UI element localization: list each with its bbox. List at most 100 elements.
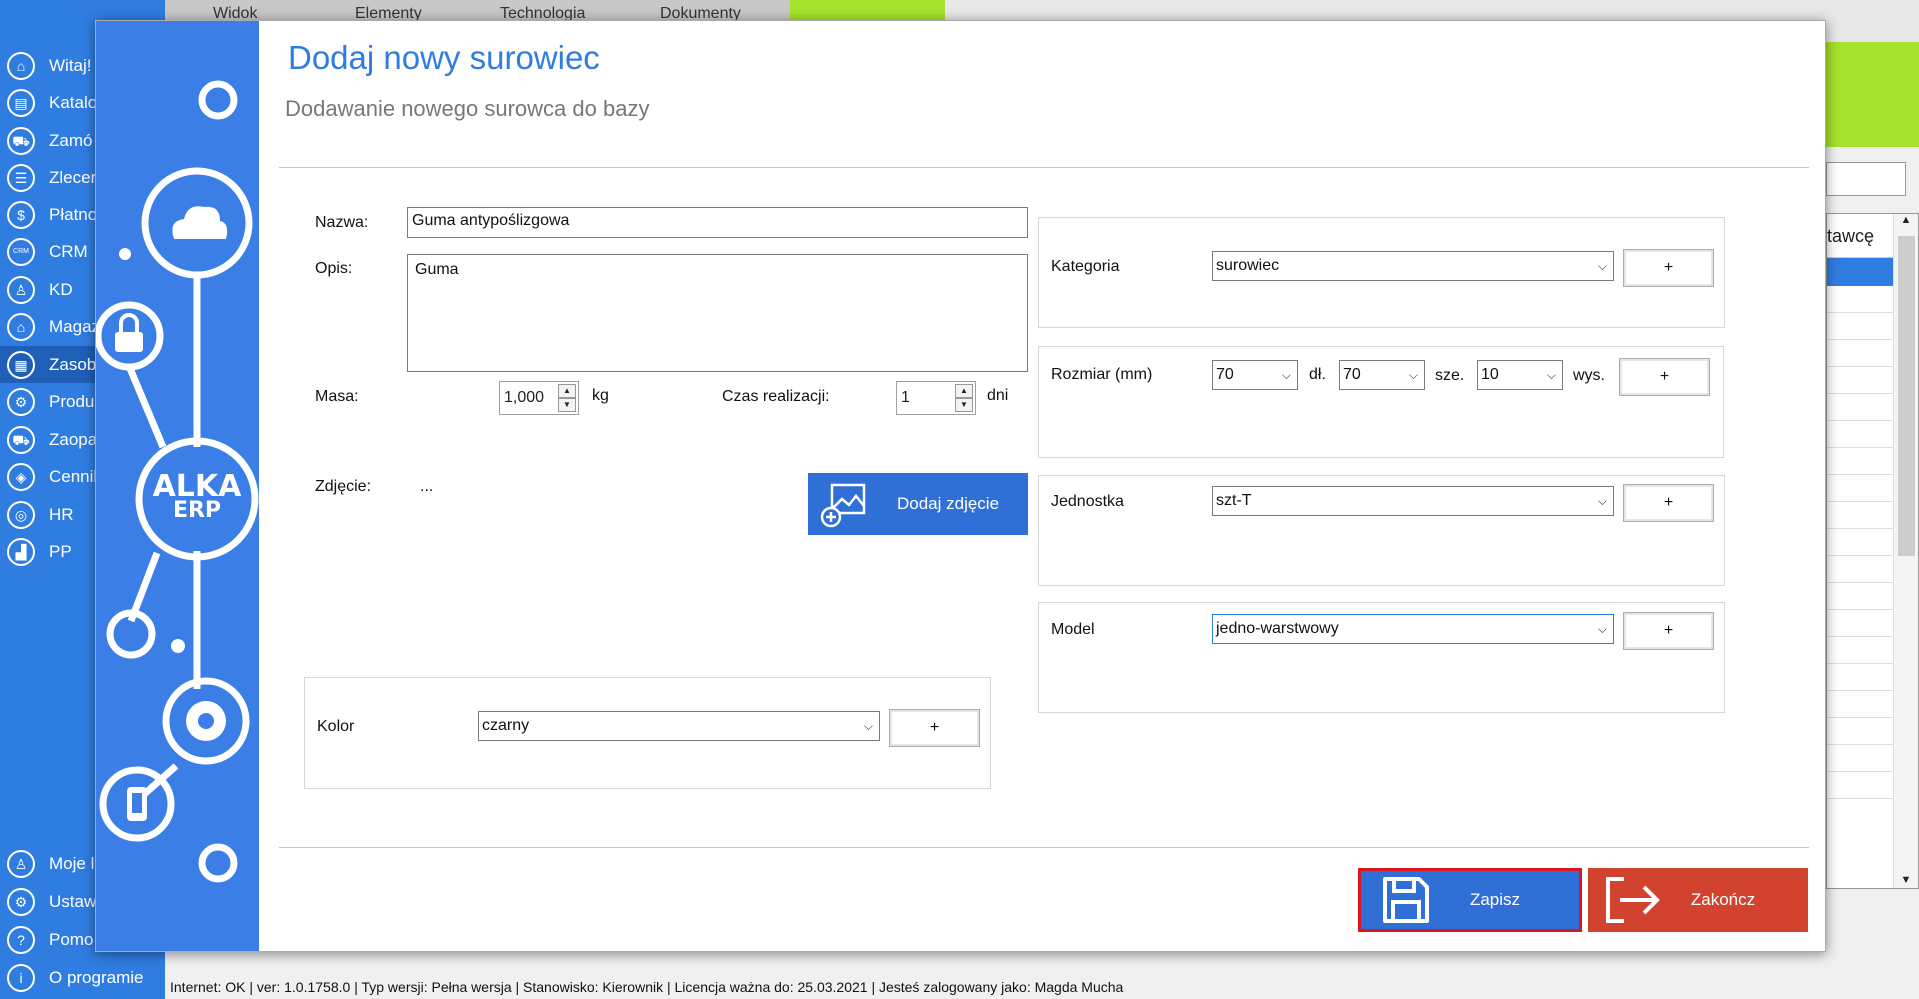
person-icon: ♙ [7, 275, 35, 304]
table-row[interactable] [1827, 610, 1895, 637]
ribbon-active-tab[interactable] [790, 0, 945, 20]
sidebar-item-label: PP [49, 541, 72, 561]
rozmiar-label: Rozmiar (mm) [1051, 366, 1153, 383]
spin-down-icon[interactable]: ▼ [558, 398, 576, 412]
model-label: Model [1051, 621, 1095, 638]
chevron-down-icon: ⌵ [863, 719, 873, 733]
add-raw-material-dialog: ALKA ERP Dodaj nowy surowiec Dodawanie n… [95, 20, 1826, 952]
nazwa-input[interactable]: Guma antypoślizgowa [407, 207, 1028, 238]
resources-icon: ▦ [7, 350, 35, 379]
list-icon: ☰ [7, 163, 35, 192]
wysokosc-label: wys. [1573, 367, 1605, 384]
scroll-down-icon[interactable]: ▼ [1894, 874, 1918, 886]
kolor-selected-value: czarny [482, 717, 530, 734]
tag-icon: ◈ [7, 462, 35, 491]
save-button[interactable]: Zapisz [1358, 868, 1582, 932]
table-row[interactable] [1827, 475, 1895, 502]
table-row[interactable] [1827, 583, 1895, 610]
close-button[interactable]: Zakończ [1588, 868, 1808, 932]
model-select[interactable]: jedno-warstwowy ⌵ [1212, 614, 1614, 644]
dlugosc-select[interactable]: 70 ⌵ [1212, 360, 1298, 390]
table-row[interactable] [1827, 691, 1895, 718]
masa-value[interactable]: 1,000 [504, 389, 544, 406]
table-row[interactable] [1827, 772, 1895, 799]
table-scrollbar[interactable]: ▲ ▼ [1893, 214, 1918, 888]
table-row-selected[interactable] [1827, 258, 1895, 286]
table-row[interactable] [1827, 421, 1895, 448]
kolor-select[interactable]: czarny ⌵ [478, 711, 880, 741]
add-model-button[interactable]: + [1623, 612, 1714, 650]
add-image-icon [808, 473, 878, 535]
czas-realizacji-label: Czas realizacji: [722, 388, 830, 405]
table-row[interactable] [1827, 718, 1895, 745]
chevron-down-icon: ⌵ [1281, 368, 1291, 382]
table-row[interactable] [1827, 637, 1895, 664]
scrollbar-thumb[interactable] [1898, 236, 1915, 556]
sidebar-item-label: Katalo [49, 92, 98, 112]
table-row[interactable] [1827, 664, 1895, 691]
table-row[interactable] [1827, 286, 1895, 313]
tab-elementy[interactable]: Elementy [355, 0, 445, 20]
chevron-down-icon: ⌵ [1408, 368, 1418, 382]
dlugosc-label: dł. [1309, 366, 1326, 383]
add-kategoria-button[interactable]: + [1623, 249, 1714, 287]
scroll-up-icon[interactable]: ▲ [1894, 214, 1918, 226]
dollar-icon: $ [7, 200, 35, 229]
spin-up-icon[interactable]: ▲ [558, 384, 576, 398]
add-rozmiar-button[interactable]: + [1619, 358, 1710, 396]
wysokosc-value: 10 [1481, 366, 1499, 383]
jednostka-select[interactable]: szt-T ⌵ [1212, 486, 1614, 516]
tab-widok[interactable]: Widok [213, 0, 293, 20]
settings-icon: ⚙ [7, 887, 35, 916]
book-icon: ▤ [7, 88, 35, 117]
wysokosc-select[interactable]: 10 ⌵ [1477, 360, 1563, 390]
table-row[interactable] [1827, 394, 1895, 421]
table-row[interactable] [1827, 556, 1895, 583]
table-row[interactable] [1827, 745, 1895, 772]
add-photo-button[interactable]: Dodaj zdjęcie [808, 473, 1028, 535]
sidebar-item-label: Pomo [49, 929, 94, 949]
sidebar-item-label: Cennik [49, 466, 102, 486]
add-jednostka-button[interactable]: + [1623, 484, 1714, 522]
table-row[interactable] [1827, 313, 1895, 340]
table-row[interactable] [1827, 448, 1895, 475]
szerokosc-value: 70 [1343, 366, 1361, 383]
save-label: Zapisz [1469, 890, 1521, 909]
dlugosc-value: 70 [1216, 366, 1234, 383]
background-search-field[interactable] [1826, 162, 1906, 196]
sidebar-item-label: O programie [49, 967, 144, 987]
zdjecie-label: Zdjęcie: [315, 478, 372, 495]
spin-up-icon[interactable]: ▲ [955, 384, 973, 398]
opis-textarea[interactable]: Guma [407, 254, 1028, 372]
sidebar-item-label: Witaj! [49, 55, 92, 75]
zdjecie-value: ... [420, 478, 434, 495]
kategoria-select[interactable]: surowiec ⌵ [1212, 251, 1614, 281]
sidebar-item-label: CRM [49, 241, 88, 261]
sidebar-item-label: Produ [49, 391, 95, 411]
table-row[interactable] [1827, 529, 1895, 556]
info-icon: i [7, 963, 35, 992]
dialog-decorative-panel: ALKA ERP [96, 21, 259, 951]
czas-realizacji-stepper[interactable]: 1 ▲ ▼ [896, 381, 976, 415]
spin-down-icon[interactable]: ▼ [955, 398, 973, 412]
exit-icon [1588, 871, 1678, 929]
add-photo-label: Dodaj zdjęcie [896, 494, 1000, 513]
help-icon: ? [7, 925, 35, 954]
table-row[interactable] [1827, 502, 1895, 529]
table-row[interactable] [1827, 367, 1895, 394]
tab-dokumenty[interactable]: Dokumenty [660, 0, 770, 20]
sidebar-bottom-item-4[interactable]: i O programie [0, 959, 165, 996]
szerokosc-select[interactable]: 70 ⌵ [1339, 360, 1425, 390]
masa-spin-arrows[interactable]: ▲ ▼ [558, 384, 576, 412]
czas-value[interactable]: 1 [901, 389, 910, 406]
czas-spin-arrows[interactable]: ▲ ▼ [955, 384, 973, 412]
tab-technologia[interactable]: Technologia [500, 0, 610, 20]
floppy-disk-icon [1361, 871, 1451, 929]
sidebar-item-label: Moje l [49, 853, 95, 873]
table-row[interactable] [1827, 340, 1895, 367]
add-kolor-button[interactable]: + [889, 709, 980, 747]
sidebar-item-label: Zlecer [49, 167, 97, 187]
masa-stepper[interactable]: 1,000 ▲ ▼ [499, 381, 579, 415]
divider [279, 167, 1809, 168]
masa-label: Masa: [315, 388, 359, 405]
